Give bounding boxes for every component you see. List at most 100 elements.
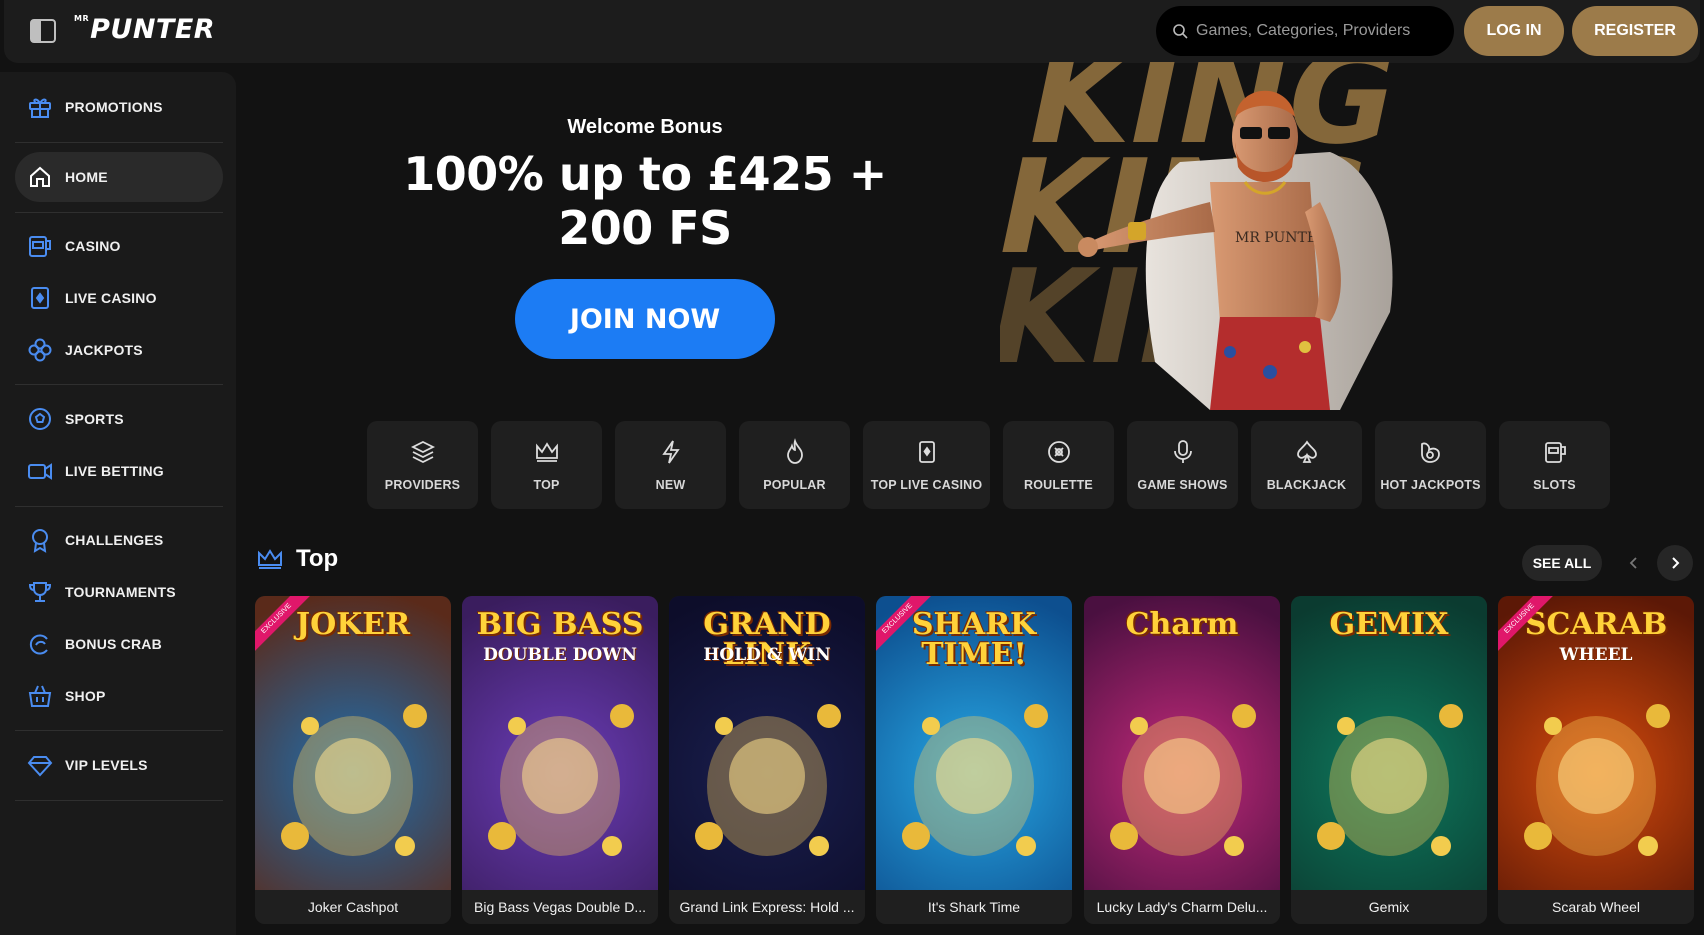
sidebar-toggle-icon[interactable] [30, 19, 56, 43]
game-title[interactable]: Big Bass Vegas Double D... [462, 890, 658, 924]
gift-icon [29, 98, 51, 118]
game-thumbnail[interactable]: SHARK TIME! EXCLUSIVE [876, 596, 1072, 890]
game-tile[interactable]: GRAND LINK HOLD & WIN Grand Link Express: … [669, 596, 865, 924]
game-thumbnail[interactable]: Charm [1084, 596, 1280, 890]
game-thumbnail[interactable]: SCARAB WHEEL EXCLUSIVE [1498, 596, 1694, 890]
category-new[interactable]: NEW [615, 421, 726, 509]
slot-machine-icon [1544, 442, 1566, 463]
category-popular[interactable]: POPULAR [739, 421, 850, 509]
jackpot-icon [1420, 442, 1440, 463]
game-title[interactable]: Joker Cashpot [255, 890, 451, 924]
slot-machine-icon [29, 236, 51, 257]
soccer-ball-icon [29, 408, 51, 430]
category-providers[interactable]: PROVIDERS [367, 421, 478, 509]
sidebar-item-label: LIVE BETTING [65, 463, 164, 479]
section-header-top: Top [256, 545, 338, 573]
sidebar-item-live-casino[interactable]: LIVE CASINO [15, 273, 223, 323]
hero-subtitle: Welcome Bonus [567, 116, 723, 138]
game-art-title: BIG BASS [476, 607, 644, 642]
category-label: HOT JACKPOTS [1380, 478, 1481, 492]
sidebar-item-label: CASINO [65, 238, 121, 254]
category-label: TOP [533, 478, 560, 492]
category-top-live-casino[interactable]: TOP LIVE CASINO [863, 421, 990, 509]
sidebar-divider [15, 730, 223, 731]
clover-icon [28, 338, 52, 362]
section-title: Top [296, 545, 339, 572]
sidebar-item-label: SPORTS [65, 411, 124, 427]
sidebar-divider [15, 142, 223, 143]
sidebar-item-label: BONUS CRAB [65, 636, 162, 652]
sidebar-item-label: VIP LEVELS [65, 757, 148, 773]
top-bar-inner: MRPUNTER LOG IN REGISTER [4, 0, 1700, 63]
category-label: PROVIDERS [384, 478, 461, 492]
hero-banner-text: Welcome Bonus 100% up to £425 + 200 FS [380, 100, 910, 255]
sidebar-item-challenges[interactable]: CHALLENGES [15, 515, 223, 565]
game-title[interactable]: Scarab Wheel [1498, 890, 1694, 924]
game-tile[interactable]: BIG BASS DOUBLE DOWN Big Bass Vegas Double… [462, 596, 658, 924]
sidebar-divider [15, 384, 223, 385]
game-title[interactable]: Grand Link Express: Hold ... [669, 890, 865, 924]
category-blackjack[interactable]: BLACKJACK [1251, 421, 1362, 509]
carousel-prev-button[interactable] [1616, 545, 1652, 581]
game-title[interactable]: Lucky Lady's Charm Delu... [1084, 890, 1280, 924]
game-tile[interactable]: SHARK TIME! EXCLUSIVE It's Shark Time [876, 596, 1072, 924]
sidebar-divider [15, 506, 223, 507]
login-button[interactable]: LOG IN [1464, 6, 1564, 56]
site-logo[interactable]: MRPUNTER [74, 14, 215, 45]
game-tile[interactable]: SCARAB WHEEL EXCLUSIVE Scarab Wheel [1498, 596, 1694, 924]
basket-icon [28, 685, 52, 707]
game-art-subtitle: DOUBLE DOWN [483, 645, 637, 665]
sidebar-item-home[interactable]: HOME [15, 152, 223, 202]
trophy-icon [28, 582, 52, 602]
category-label: TOP LIVE CASINO [870, 478, 983, 492]
home-icon [30, 166, 50, 187]
sidebar-item-sports[interactable]: SPORTS [15, 394, 223, 444]
game-title[interactable]: It's Shark Time [876, 890, 1072, 924]
game-thumbnail[interactable]: GEMIX [1291, 596, 1487, 890]
sidebar-item-promotions[interactable]: PROMOTIONS [15, 82, 223, 132]
game-art-subtitle: WHEEL [1559, 645, 1633, 665]
medal-icon [32, 529, 48, 553]
category-top[interactable]: TOP [491, 421, 602, 509]
game-tile[interactable]: GEMIX Gemix [1291, 596, 1487, 924]
sidebar-item-label: SHOP [65, 688, 106, 704]
game-art-title: Charm [1125, 607, 1239, 642]
carousel-next-button[interactable] [1657, 545, 1693, 581]
hero-character-image[interactable]: KING KING KING MR PUNTER [1000, 62, 1480, 410]
game-thumbnail[interactable]: GRAND LINK HOLD & WIN [669, 596, 865, 890]
sidebar-item-label: TOURNAMENTS [65, 584, 176, 600]
join-now-button[interactable]: JOIN NOW [515, 279, 775, 359]
sidebar: PROMOTIONS HOME CASINO LIVE CASINO JACKP… [0, 72, 236, 935]
sidebar-item-vip-levels[interactable]: VIP LEVELS [15, 740, 223, 790]
register-button[interactable]: REGISTER [1572, 6, 1698, 56]
hero-title-line: 100% up to £425 + [403, 147, 887, 201]
search-box[interactable] [1156, 6, 1454, 56]
category-hot-jackpots[interactable]: HOT JACKPOTS [1375, 421, 1486, 509]
game-thumbnail[interactable]: JOKER EXCLUSIVE [255, 596, 451, 890]
sidebar-item-label: LIVE CASINO [65, 290, 157, 306]
sidebar-item-live-betting[interactable]: LIVE BETTING [15, 446, 223, 496]
category-roulette[interactable]: ROULETTE [1003, 421, 1114, 509]
sidebar-item-bonus-crab[interactable]: BONUS CRAB [15, 619, 223, 669]
category-game-shows[interactable]: GAME SHOWS [1127, 421, 1238, 509]
sidebar-item-tournaments[interactable]: TOURNAMENTS [15, 567, 223, 617]
sidebar-item-casino[interactable]: CASINO [15, 221, 223, 271]
sidebar-item-jackpots[interactable]: JACKPOTS [15, 325, 223, 375]
crown-icon [535, 442, 558, 462]
hero-character-figure: MR PUNTER [1078, 90, 1393, 410]
card-icon [31, 287, 49, 309]
category-slots[interactable]: SLOTS [1499, 421, 1610, 509]
game-thumbnail[interactable]: BIG BASS DOUBLE DOWN [462, 596, 658, 890]
category-label: GAME SHOWS [1137, 478, 1228, 492]
flame-icon [786, 438, 803, 464]
game-tile[interactable]: Charm Lucky Lady's Charm Delu... [1084, 596, 1280, 924]
sidebar-item-shop[interactable]: SHOP [15, 671, 223, 721]
crab-icon [29, 634, 48, 655]
see-all-button[interactable]: SEE ALL [1522, 545, 1602, 581]
game-title[interactable]: Gemix [1291, 890, 1487, 924]
game-tile[interactable]: JOKER EXCLUSIVE Joker Cashpot [255, 596, 451, 924]
sidebar-item-label: HOME [65, 169, 108, 185]
game-art-title: GEMIX [1329, 607, 1449, 642]
category-label: SLOTS [1533, 478, 1576, 492]
search-input[interactable] [1196, 22, 1436, 40]
